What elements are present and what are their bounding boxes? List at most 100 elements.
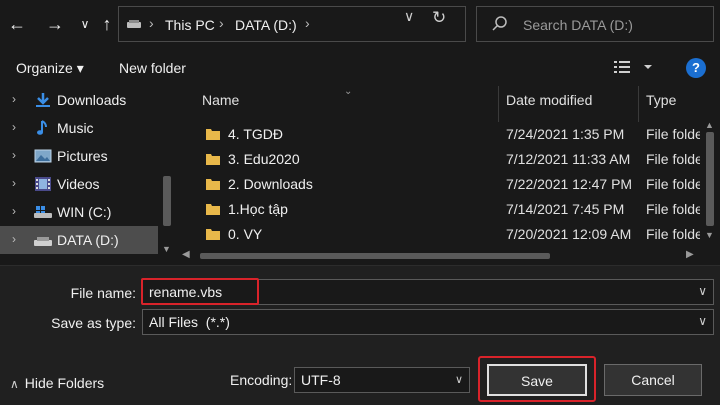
file-type: File folder bbox=[646, 176, 702, 192]
arrow-up-icon[interactable]: ↑ bbox=[96, 12, 118, 36]
file-date: 7/12/2021 11:33 AM bbox=[506, 151, 631, 167]
sidebar-item-label: Videos bbox=[57, 176, 100, 192]
column-header-type[interactable]: Type bbox=[646, 92, 676, 108]
new-folder-button[interactable]: New folder bbox=[119, 60, 186, 76]
chevron-right-icon[interactable]: › bbox=[12, 176, 16, 190]
folder-icon bbox=[206, 129, 220, 140]
file-name-label: File name: bbox=[70, 285, 136, 301]
list-item[interactable]: 0. VY 7/20/2021 12:09 AM File folder bbox=[178, 222, 702, 247]
folder-icon bbox=[206, 179, 220, 190]
file-name: 0. VY bbox=[228, 226, 263, 242]
sidebar-item-data-d[interactable]: › DATA (D:) bbox=[0, 226, 158, 254]
download-arrow-icon bbox=[36, 93, 50, 107]
breadcrumb-separator-icon: › bbox=[149, 15, 154, 31]
column-divider[interactable] bbox=[498, 86, 499, 122]
encoding-value: UTF-8 bbox=[301, 372, 341, 388]
command-toolbar: Organize ▾ New folder bbox=[0, 48, 720, 86]
sidebar-item-win-c[interactable]: › WIN (C:) bbox=[0, 198, 158, 226]
file-type: File folder bbox=[646, 151, 702, 167]
sidebar-item-label: Music bbox=[57, 120, 94, 136]
list-item[interactable]: 4. TGDĐ 7/24/2021 1:35 PM File folder bbox=[178, 122, 702, 147]
save-as-type-select[interactable]: All Files (*.*) ∨ bbox=[142, 309, 714, 335]
scrollbar-thumb[interactable] bbox=[200, 253, 550, 259]
scroll-up-icon[interactable]: ▲ bbox=[705, 120, 714, 130]
sidebar-item-music[interactable]: › Music bbox=[0, 114, 158, 142]
file-list-vertical-scrollbar[interactable]: ▲ ▼ bbox=[700, 86, 720, 248]
sidebar-item-label: DATA (D:) bbox=[57, 232, 119, 248]
file-date: 7/20/2021 12:09 AM bbox=[506, 226, 632, 242]
sidebar-item-videos[interactable]: › Videos bbox=[0, 170, 158, 198]
chevron-down-icon[interactable]: ∨ bbox=[74, 12, 96, 36]
hide-folders-button[interactable]: ∧ Hide Folders bbox=[10, 375, 104, 391]
scroll-down-icon[interactable]: ▼ bbox=[162, 244, 171, 254]
search-input[interactable]: Search DATA (D:) bbox=[523, 17, 633, 33]
file-type: File folder bbox=[646, 126, 702, 142]
refresh-icon[interactable]: ↻ bbox=[432, 8, 446, 28]
folder-icon bbox=[206, 204, 220, 215]
file-type: File folder bbox=[646, 226, 702, 242]
navigation-pane: › Downloads › Music › Pictures › Videos … bbox=[0, 86, 178, 256]
breadcrumb-separator-icon[interactable]: › bbox=[305, 15, 310, 31]
organize-button[interactable]: Organize ▾ bbox=[16, 60, 84, 77]
nav-pane-scrollbar[interactable]: ▼ bbox=[158, 86, 178, 256]
breadcrumb-this-pc[interactable]: This PC bbox=[165, 17, 215, 33]
file-list: ⌄ Name Date modified Type 4. TGDĐ 7/24/2… bbox=[178, 86, 720, 264]
encoding-select[interactable]: UTF-8 ∨ bbox=[294, 367, 470, 393]
scroll-left-icon[interactable]: ◀ bbox=[182, 249, 190, 260]
address-history-dropdown-icon[interactable]: ∨ bbox=[404, 8, 414, 25]
save-as-type-value: All Files (*.*) bbox=[149, 314, 230, 330]
list-item[interactable]: 1.Học tập 7/14/2021 7:45 PM File folder bbox=[178, 197, 702, 222]
drive-icon bbox=[127, 20, 141, 28]
address-bar-row: ← → ∨ ↑ › This PC › DATA (D:) › ∨ ↻ Sear… bbox=[0, 0, 720, 48]
chevron-down-icon[interactable]: ∨ bbox=[455, 373, 463, 386]
file-name: 3. Edu2020 bbox=[228, 151, 300, 167]
chevron-right-icon[interactable]: › bbox=[12, 92, 16, 106]
arrow-right-icon[interactable]: → bbox=[44, 12, 66, 36]
column-divider[interactable] bbox=[638, 86, 639, 122]
scrollbar-thumb[interactable] bbox=[163, 176, 171, 226]
list-item[interactable]: 2. Downloads 7/22/2021 12:47 PM File fol… bbox=[178, 172, 702, 197]
chevron-down-icon[interactable]: ∨ bbox=[698, 284, 707, 298]
view-options-icon[interactable] bbox=[614, 60, 656, 74]
pictures-icon bbox=[34, 149, 52, 163]
file-name: 1.Học tập bbox=[228, 201, 288, 217]
save-button[interactable]: Save bbox=[487, 364, 587, 396]
sidebar-item-label: Downloads bbox=[57, 92, 127, 108]
column-header-date-modified[interactable]: Date modified bbox=[506, 92, 592, 108]
file-list-horizontal-scrollbar[interactable]: ◀ ▶ bbox=[178, 248, 720, 264]
breadcrumb-data-d[interactable]: DATA (D:) bbox=[235, 17, 297, 33]
sidebar-item-label: WIN (C:) bbox=[57, 204, 112, 220]
chevron-right-icon[interactable]: › bbox=[12, 232, 16, 246]
scroll-right-icon[interactable]: ▶ bbox=[686, 249, 694, 260]
file-date: 7/24/2021 1:35 PM bbox=[506, 126, 625, 142]
save-as-type-label: Save as type: bbox=[51, 315, 136, 331]
windows-drive-icon bbox=[34, 206, 52, 218]
folder-icon bbox=[206, 154, 220, 165]
help-icon[interactable]: ? bbox=[686, 58, 706, 78]
scroll-down-icon[interactable]: ▼ bbox=[705, 230, 714, 240]
sidebar-item-label: Pictures bbox=[57, 148, 108, 164]
chevron-up-icon: ∧ bbox=[10, 377, 19, 391]
search-box[interactable]: Search DATA (D:) bbox=[476, 6, 714, 42]
scrollbar-thumb[interactable] bbox=[706, 132, 714, 226]
arrow-left-icon[interactable]: ← bbox=[6, 12, 28, 36]
list-item[interactable]: 3. Edu2020 7/12/2021 11:33 AM File folde… bbox=[178, 147, 702, 172]
drive-icon bbox=[34, 237, 52, 246]
chevron-right-icon[interactable]: › bbox=[12, 204, 16, 218]
column-header-name[interactable]: Name bbox=[202, 92, 239, 108]
chevron-down-icon[interactable]: ∨ bbox=[698, 314, 707, 328]
encoding-label: Encoding: bbox=[230, 372, 293, 388]
file-name: 2. Downloads bbox=[228, 176, 313, 192]
film-strip-icon bbox=[35, 177, 51, 191]
file-type: File folder bbox=[646, 201, 702, 217]
chevron-right-icon[interactable]: › bbox=[12, 120, 16, 134]
cancel-button[interactable]: Cancel bbox=[604, 364, 702, 396]
sidebar-item-pictures[interactable]: › Pictures bbox=[0, 142, 158, 170]
breadcrumb-separator-icon: › bbox=[219, 15, 224, 31]
sidebar-item-downloads[interactable]: › Downloads bbox=[0, 86, 158, 114]
folder-icon bbox=[206, 229, 220, 240]
sort-indicator-icon: ⌄ bbox=[344, 86, 353, 97]
chevron-right-icon[interactable]: › bbox=[12, 148, 16, 162]
hide-folders-label: Hide Folders bbox=[24, 375, 105, 391]
file-name: 4. TGDĐ bbox=[228, 126, 283, 142]
